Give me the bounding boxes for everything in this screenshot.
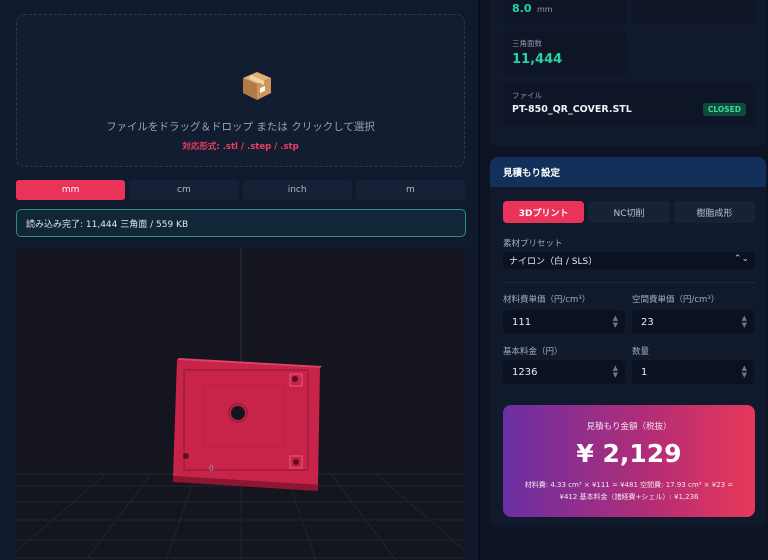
triangles-stat: 三角面数 11,444 <box>503 31 627 75</box>
base-fee-label: 基本料金（円） <box>503 347 563 357</box>
dropzone-instruction: ファイルをドラッグ＆ドロップ または クリックして選択 <box>106 121 375 133</box>
triangles-value: 11,444 <box>512 52 563 67</box>
stepper-icon[interactable]: ▲ ▼ <box>742 315 747 329</box>
select-updown-icon: ⌃⌄ <box>733 254 749 264</box>
origin-label: 0 <box>209 464 214 473</box>
base-fee-value: 1236 <box>512 366 538 378</box>
material-cost-label: 材料費単価（円/cm³） <box>503 295 591 305</box>
quote-amount: ¥ 2,129 <box>576 439 682 468</box>
file-dropzone[interactable]: ファイルをドラッグ＆ドロップ または クリックして選択 対応形式: .stl /… <box>16 14 465 167</box>
method-tabs: 3Dプリント NC切削 樹脂成形 <box>503 201 755 223</box>
quote-title: 見積もり金額（税抜） <box>586 422 672 432</box>
blank-stat <box>631 0 755 24</box>
base-fee-input[interactable]: 1236 ▲ ▼ <box>503 360 625 384</box>
load-status-banner: 読み込み完了: 11,444 三角面 / 559 KB <box>16 209 466 237</box>
tab-3d-print[interactable]: 3Dプリント <box>503 201 585 223</box>
material-preset-select[interactable]: ナイロン（白 / SLS） ⌃⌄ <box>503 252 755 269</box>
unit-mm-button[interactable]: mm <box>16 180 126 200</box>
estimate-header: 見積もり設定 <box>490 157 766 187</box>
tab-resin-molding[interactable]: 樹脂成形 <box>673 201 755 223</box>
space-cost-value: 23 <box>641 316 654 328</box>
package-icon <box>243 72 271 100</box>
material-cost-input[interactable]: 111 ▲ ▼ <box>503 310 625 334</box>
model-stats-card: 8.0 mm 三角面数 11,444 ファイル PT-850_QR_COVER.… <box>490 0 766 146</box>
unit-cm-button[interactable]: cm <box>129 180 239 200</box>
height-stat: 8.0 mm <box>503 0 627 24</box>
section-divider <box>503 282 755 283</box>
quantity-label: 数量 <box>632 347 650 357</box>
floor-grid <box>16 473 465 560</box>
unit-m-button[interactable]: m <box>355 180 465 200</box>
triangles-label: 三角面数 <box>512 39 542 48</box>
load-status-text: 読み込み完了: 11,444 三角面 / 559 KB <box>26 219 189 230</box>
supported-formats: 対応形式: .stl / .step / .stp <box>182 142 299 152</box>
closed-badge: CLOSED <box>702 103 746 116</box>
quote-breakdown: 材料費: 4.33 cm³ × ¥111 = ¥481 空間費: 17.93 c… <box>524 481 734 501</box>
file-stat: ファイル PT-850_QR_COVER.STL CLOSED <box>503 83 755 125</box>
unit-selector: mm cm inch m <box>16 180 465 200</box>
height-value: 8.0 <box>512 2 532 15</box>
tab-nc-machining[interactable]: NC切削 <box>588 201 670 223</box>
space-cost-input[interactable]: 23 ▲ ▼ <box>632 310 754 334</box>
3d-model[interactable] <box>173 358 322 491</box>
space-cost-label: 空間費単価（円/cm³） <box>632 295 720 305</box>
3d-viewport[interactable] <box>16 248 465 560</box>
stepper-icon[interactable]: ▲ ▼ <box>613 315 618 329</box>
stepper-icon[interactable]: ▲ ▼ <box>742 365 747 379</box>
quantity-input[interactable]: 1 ▲ ▼ <box>632 360 754 384</box>
stepper-icon[interactable]: ▲ ▼ <box>613 365 618 379</box>
material-cost-value: 111 <box>512 316 532 328</box>
preset-label: 素材プリセット <box>503 239 563 249</box>
material-preset-value: ナイロン（白 / SLS） <box>509 257 598 267</box>
height-unit: mm <box>537 5 553 14</box>
3d-scene <box>16 248 465 560</box>
quantity-value: 1 <box>641 366 648 378</box>
file-label: ファイル <box>512 91 542 100</box>
file-name: PT-850_QR_COVER.STL <box>512 104 632 115</box>
quote-result: 見積もり金額（税抜） ¥ 2,129 材料費: 4.33 cm³ × ¥111 … <box>503 405 755 517</box>
unit-inch-button[interactable]: inch <box>242 180 352 200</box>
